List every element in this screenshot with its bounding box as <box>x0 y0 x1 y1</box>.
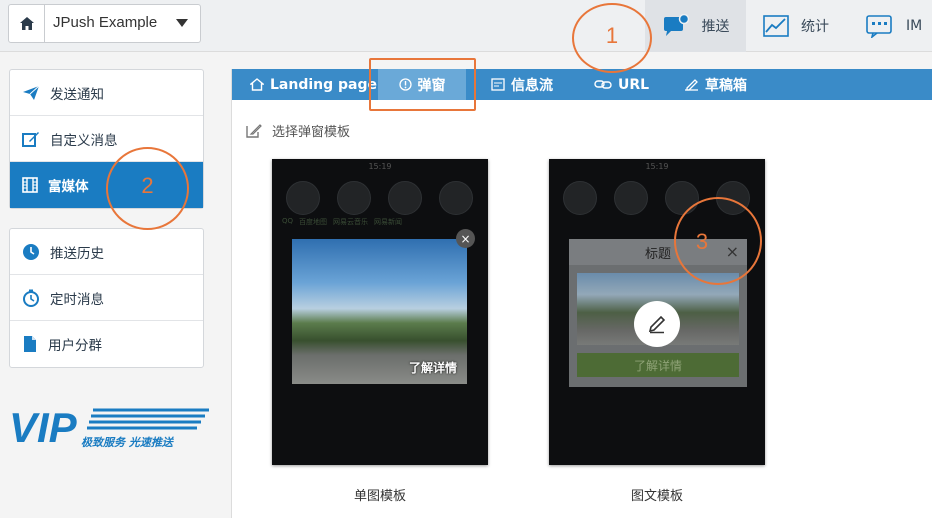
sidebar-item-send-notification[interactable]: 发送通知 <box>10 70 203 116</box>
annotation-highlight-box <box>369 58 476 111</box>
svg-text:极致服务 光速推送: 极致服务 光速推送 <box>81 436 175 448</box>
learn-more-link[interactable]: 了解详情 <box>409 359 457 376</box>
feed-icon <box>491 78 505 91</box>
template-caption: 单图模板 <box>353 489 406 504</box>
pencil-icon <box>648 315 666 334</box>
topnav-push-label: 推送 <box>701 19 730 35</box>
sidebar-item-scheduled[interactable]: 定时消息 <box>10 275 203 321</box>
tab-bar: Landing page 弹窗 信息流 URL 草稿箱 <box>232 69 932 100</box>
topnav-push[interactable]: 推送 <box>645 0 746 52</box>
sidebar-item-label: 发送通知 <box>50 86 104 103</box>
template-section-label: 选择弹窗模板 <box>246 121 350 140</box>
app-icon-music <box>388 181 422 215</box>
document-icon <box>24 336 36 352</box>
im-chat-icon <box>866 15 892 38</box>
edit-icon <box>22 131 39 147</box>
sidebar-item-user-segments[interactable]: 用户分群 <box>10 321 203 367</box>
timer-icon <box>23 289 39 307</box>
app-icon-news <box>439 181 473 215</box>
sidebar-item-label: 富媒体 <box>48 179 89 195</box>
topnav-stats-label: 统计 <box>801 19 829 35</box>
topnav-im[interactable]: IM <box>866 0 922 52</box>
close-icon[interactable]: × <box>456 229 475 248</box>
app-name: JPush Example <box>53 14 158 31</box>
tab-label: 信息流 <box>511 77 553 94</box>
film-icon <box>22 177 38 193</box>
annotation-marker: 3 <box>674 197 762 285</box>
sidebar-item-label: 推送历史 <box>50 245 104 262</box>
tab-feed[interactable]: 信息流 <box>491 69 553 100</box>
popup-card: × 了解详情 <box>292 229 475 384</box>
app-selector[interactable]: JPush Example <box>8 4 201 43</box>
app-icon-map <box>337 181 371 215</box>
annotation-marker: 2 <box>106 147 189 230</box>
tab-label: Landing page <box>270 76 378 93</box>
vip-logo: VIP 极致服务 光速推送 <box>9 404 209 452</box>
content-panel: Landing page 弹窗 信息流 URL 草稿箱 选择弹窗模板 15:19 <box>231 69 932 518</box>
tab-landing-page[interactable]: Landing page <box>250 69 377 100</box>
template-single-image-preview[interactable]: 15:19 QQ 百度地图 网易云音乐 网易新闻 × 了解详情 <box>272 159 488 465</box>
svg-text:VIP: VIP <box>9 404 78 448</box>
tab-url[interactable]: URL <box>594 69 649 100</box>
chat-bubble-icon <box>663 14 689 36</box>
tab-label: 草稿箱 <box>705 77 747 94</box>
home-icon <box>250 78 264 91</box>
edit-template-button[interactable] <box>634 301 680 347</box>
sidebar-group-manage: 推送历史 定时消息 用户分群 <box>9 228 204 368</box>
sidebar-item-label: 定时消息 <box>50 291 104 308</box>
drafts-icon <box>685 79 698 91</box>
link-icon <box>594 80 612 89</box>
learn-more-button[interactable]: 了解详情 <box>577 353 739 377</box>
history-icon <box>23 243 39 260</box>
topnav-im-label: IM <box>906 18 923 34</box>
chevron-down-icon[interactable] <box>176 19 188 27</box>
app-icon-qq <box>563 181 597 215</box>
app-icon-map <box>614 181 648 215</box>
line-chart-icon <box>763 15 789 37</box>
sidebar-item-label: 用户分群 <box>48 338 102 354</box>
sidebar-item-push-history[interactable]: 推送历史 <box>10 229 203 275</box>
topnav-stats[interactable]: 统计 <box>763 0 829 52</box>
sidebar-item-custom-message[interactable]: 自定义消息 <box>10 116 203 162</box>
top-bar: JPush Example 推送 统计 IM <box>0 0 932 52</box>
tab-drafts[interactable]: 草稿箱 <box>684 69 747 100</box>
app-icon-qq <box>286 181 320 215</box>
tab-label: URL <box>618 76 650 93</box>
home-icon[interactable] <box>9 5 45 42</box>
paper-plane-icon <box>23 85 40 100</box>
annotation-marker: 1 <box>572 3 652 73</box>
sidebar-item-label: 自定义消息 <box>50 132 118 149</box>
edit-icon <box>246 124 262 138</box>
template-caption: 图文模板 <box>630 489 683 504</box>
